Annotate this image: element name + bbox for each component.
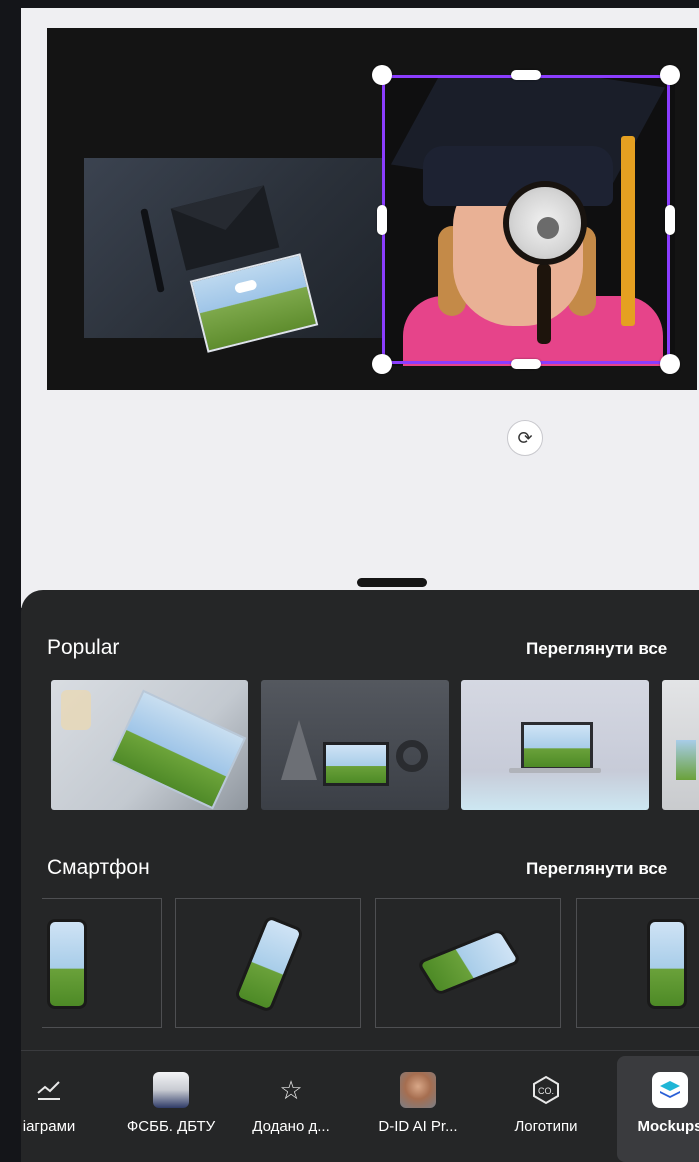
star-icon: ☆ [279,1074,303,1105]
nav-item-mockups[interactable]: Mockups [625,1060,699,1162]
cloud-shape [233,278,258,295]
popular-mockup-partial[interactable] [662,680,699,810]
nav-label: D-ID AI Pr... [378,1118,458,1135]
resize-handle-bottom-right[interactable] [660,354,680,374]
resize-handle-left[interactable] [377,205,387,235]
resize-handle-bottom-left[interactable] [372,354,392,374]
mockups-panel: Popular Переглянути все Смартфон Перегля… [21,590,699,1162]
popular-title: Popular [47,636,120,659]
top-edge [21,0,699,8]
smartphone-see-all-link[interactable]: Переглянути все [526,859,667,879]
folder-thumbnail [153,1072,189,1108]
card-mockup [189,253,319,353]
popular-mockup-tablet[interactable] [51,680,248,810]
tablet-screen [109,689,247,810]
line-chart-icon [31,1072,67,1108]
smartphone-mockup-3[interactable] [375,898,561,1028]
nav-item-logos[interactable]: CO. Логотипи [494,1060,598,1162]
resize-handle-top[interactable] [511,70,541,80]
envelope-shape [170,185,280,271]
nav-divider [21,1050,699,1051]
nav-item-did-ai[interactable]: D-ID AI Pr... [363,1060,473,1162]
phone-shape [416,927,522,997]
selection-frame [382,75,670,364]
resize-handle-bottom[interactable] [511,359,541,369]
popular-mockup-laptop-shapes[interactable] [261,680,449,810]
smartphone-mockup-1[interactable] [42,898,162,1028]
smartphone-title: Смартфон [47,856,150,879]
editor-canvas: ⟳ [21,8,699,608]
co-logo-icon: CO. [528,1072,564,1108]
pen-shape [140,208,165,293]
mockups-layers-icon [652,1072,688,1108]
avatar-thumbnail [400,1072,436,1108]
partial-screen [676,740,696,780]
popular-see-all-link[interactable]: Переглянути все [526,639,667,659]
rotate-icon: ⟳ [517,427,533,448]
laptop-screen [521,722,593,770]
phone-shape [47,919,87,1009]
laptop-base [509,768,601,773]
nav-label: Mockups [637,1118,699,1135]
resize-handle-right[interactable] [665,205,675,235]
left-edge [0,0,21,1162]
cone-shape [281,720,317,780]
smartphone-mockup-2[interactable] [175,898,361,1028]
nav-item-added[interactable]: ☆ Додано д... [236,1060,346,1162]
nav-label: Додано д... [252,1118,330,1135]
ring-shape [396,740,428,772]
design-page[interactable] [47,28,697,390]
resize-handle-top-left[interactable] [372,65,392,85]
laptop-screen [323,742,389,786]
nav-item-charts[interactable]: іаграми [9,1060,89,1162]
nav-label: Логотипи [514,1118,578,1135]
nav-label: ФСББ. ДБТУ [126,1118,216,1135]
resize-handle-top-right[interactable] [660,65,680,85]
phone-shape [233,914,305,1014]
panel-drag-handle[interactable] [357,578,427,587]
rotate-button[interactable]: ⟳ [507,420,543,456]
smartphone-mockup-4[interactable] [576,898,699,1028]
nav-label: іаграми [22,1118,76,1135]
phone-shape [647,919,687,1009]
nav-item-fsbb-dbtu[interactable]: ФСББ. ДБТУ [119,1060,223,1162]
svg-text:CO.: CO. [538,1086,554,1096]
desk-mockup-image[interactable] [84,158,384,353]
glass-shape [61,690,91,730]
popular-mockup-laptop[interactable] [461,680,649,810]
